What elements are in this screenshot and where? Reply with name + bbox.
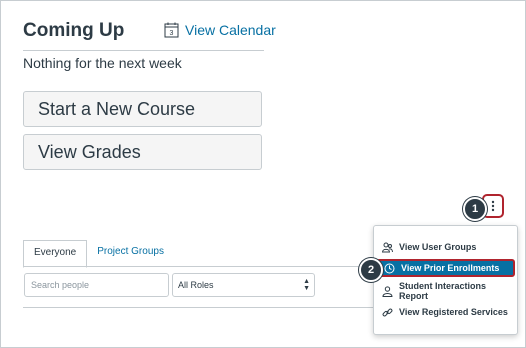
tabs-divider bbox=[23, 266, 373, 267]
user-icon bbox=[382, 285, 393, 297]
select-arrows-icon: ▲ ▼ bbox=[303, 278, 310, 292]
kebab-icon bbox=[491, 200, 495, 212]
tab-everyone[interactable]: Everyone bbox=[23, 240, 88, 268]
menu-item-view-registered-services[interactable]: View Registered Services bbox=[374, 303, 517, 321]
clock-icon bbox=[384, 263, 395, 273]
options-dropdown-menu: View User Groups View Prior Enrollments … bbox=[373, 225, 518, 335]
tab-project-groups[interactable]: Project Groups bbox=[87, 240, 174, 266]
view-grades-button[interactable]: View Grades bbox=[23, 134, 262, 170]
users-icon bbox=[382, 242, 393, 252]
menu-item-student-interactions-report[interactable]: Student Interactions Report bbox=[374, 281, 517, 301]
step-badge-2: 2 bbox=[359, 258, 383, 282]
empty-message: Nothing for the next week bbox=[23, 55, 182, 71]
table-divider bbox=[23, 307, 373, 308]
menu-item-label: View User Groups bbox=[399, 242, 477, 252]
step-badge-1: 1 bbox=[463, 197, 487, 221]
people-tabs: Everyone Project Groups bbox=[23, 240, 174, 268]
start-new-course-button[interactable]: Start a New Course bbox=[23, 91, 262, 127]
menu-item-view-prior-enrollments[interactable]: View Prior Enrollments bbox=[376, 259, 515, 277]
view-calendar-label: View Calendar bbox=[185, 22, 276, 38]
menu-item-view-user-groups[interactable]: View User Groups bbox=[374, 238, 517, 256]
search-people-input[interactable] bbox=[24, 273, 169, 297]
coming-up-title: Coming Up bbox=[23, 20, 125, 41]
coming-up-divider bbox=[23, 50, 264, 51]
view-calendar-link[interactable]: 3 View Calendar bbox=[164, 22, 276, 38]
menu-item-label: Student Interactions Report bbox=[398, 281, 486, 301]
calendar-day-number: 3 bbox=[170, 30, 174, 37]
calendar-icon: 3 bbox=[164, 22, 179, 38]
menu-item-label: View Registered Services bbox=[399, 307, 508, 317]
roles-select[interactable]: All Roles ▲ ▼ bbox=[172, 273, 315, 297]
roles-select-value: All Roles bbox=[178, 280, 214, 290]
menu-item-label: View Prior Enrollments bbox=[401, 263, 500, 273]
link-icon bbox=[382, 308, 393, 316]
